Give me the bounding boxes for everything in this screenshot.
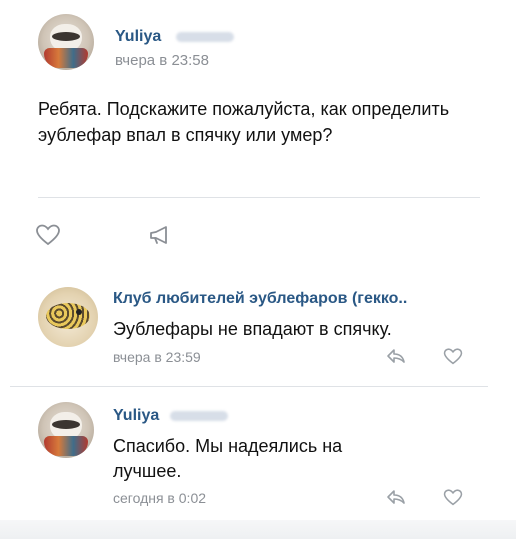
- heart-icon: [443, 347, 463, 364]
- author-avatar[interactable]: [38, 14, 94, 70]
- heart-icon: [36, 224, 60, 246]
- post-timestamp[interactable]: вчера в 23:58: [115, 52, 209, 69]
- commenter-avatar[interactable]: [38, 287, 98, 347]
- comment-item: Клуб любителей эублефаров (гекко.. Эубле…: [38, 285, 498, 375]
- comment-like-button[interactable]: [440, 345, 466, 367]
- author-surname-blurred: [176, 32, 234, 42]
- author-name[interactable]: Yuliya: [115, 28, 161, 46]
- megaphone-icon: [150, 226, 167, 244]
- commenter-surname-blurred: [170, 411, 228, 421]
- comment-timestamp[interactable]: сегодня в 0:02: [113, 490, 206, 506]
- commenter-avatar[interactable]: [38, 402, 94, 458]
- post-share-button[interactable]: [145, 222, 175, 248]
- post-header: Yuliya вчера в 23:58: [38, 14, 498, 84]
- commenter-name[interactable]: Клуб любителей эублефаров (гекко..: [113, 290, 407, 308]
- post-text: Ребята. Подскажите пожалуйста, как опред…: [38, 99, 450, 145]
- post-divider: [38, 197, 480, 198]
- commenter-name[interactable]: Yuliya: [113, 407, 159, 425]
- reply-arrow-icon: [387, 349, 405, 363]
- comment-item: Yuliya Спасибо. Мы надеялись на лучшее. …: [38, 402, 498, 512]
- reply-arrow-icon: [387, 490, 405, 504]
- comment-like-button[interactable]: [440, 486, 466, 508]
- comment-timestamp[interactable]: вчера в 23:59: [113, 349, 201, 365]
- comment-divider: [10, 386, 488, 387]
- comment-text: Спасибо. Мы надеялись на лучшее.: [113, 436, 343, 481]
- heart-icon: [443, 488, 463, 505]
- comment-reply-button[interactable]: [383, 345, 409, 367]
- comment-reply-button[interactable]: [383, 486, 409, 508]
- comment-text: Эублефары не впадают в спячку.: [113, 319, 392, 339]
- post-like-button[interactable]: [33, 222, 63, 248]
- bottom-edge: [0, 520, 516, 539]
